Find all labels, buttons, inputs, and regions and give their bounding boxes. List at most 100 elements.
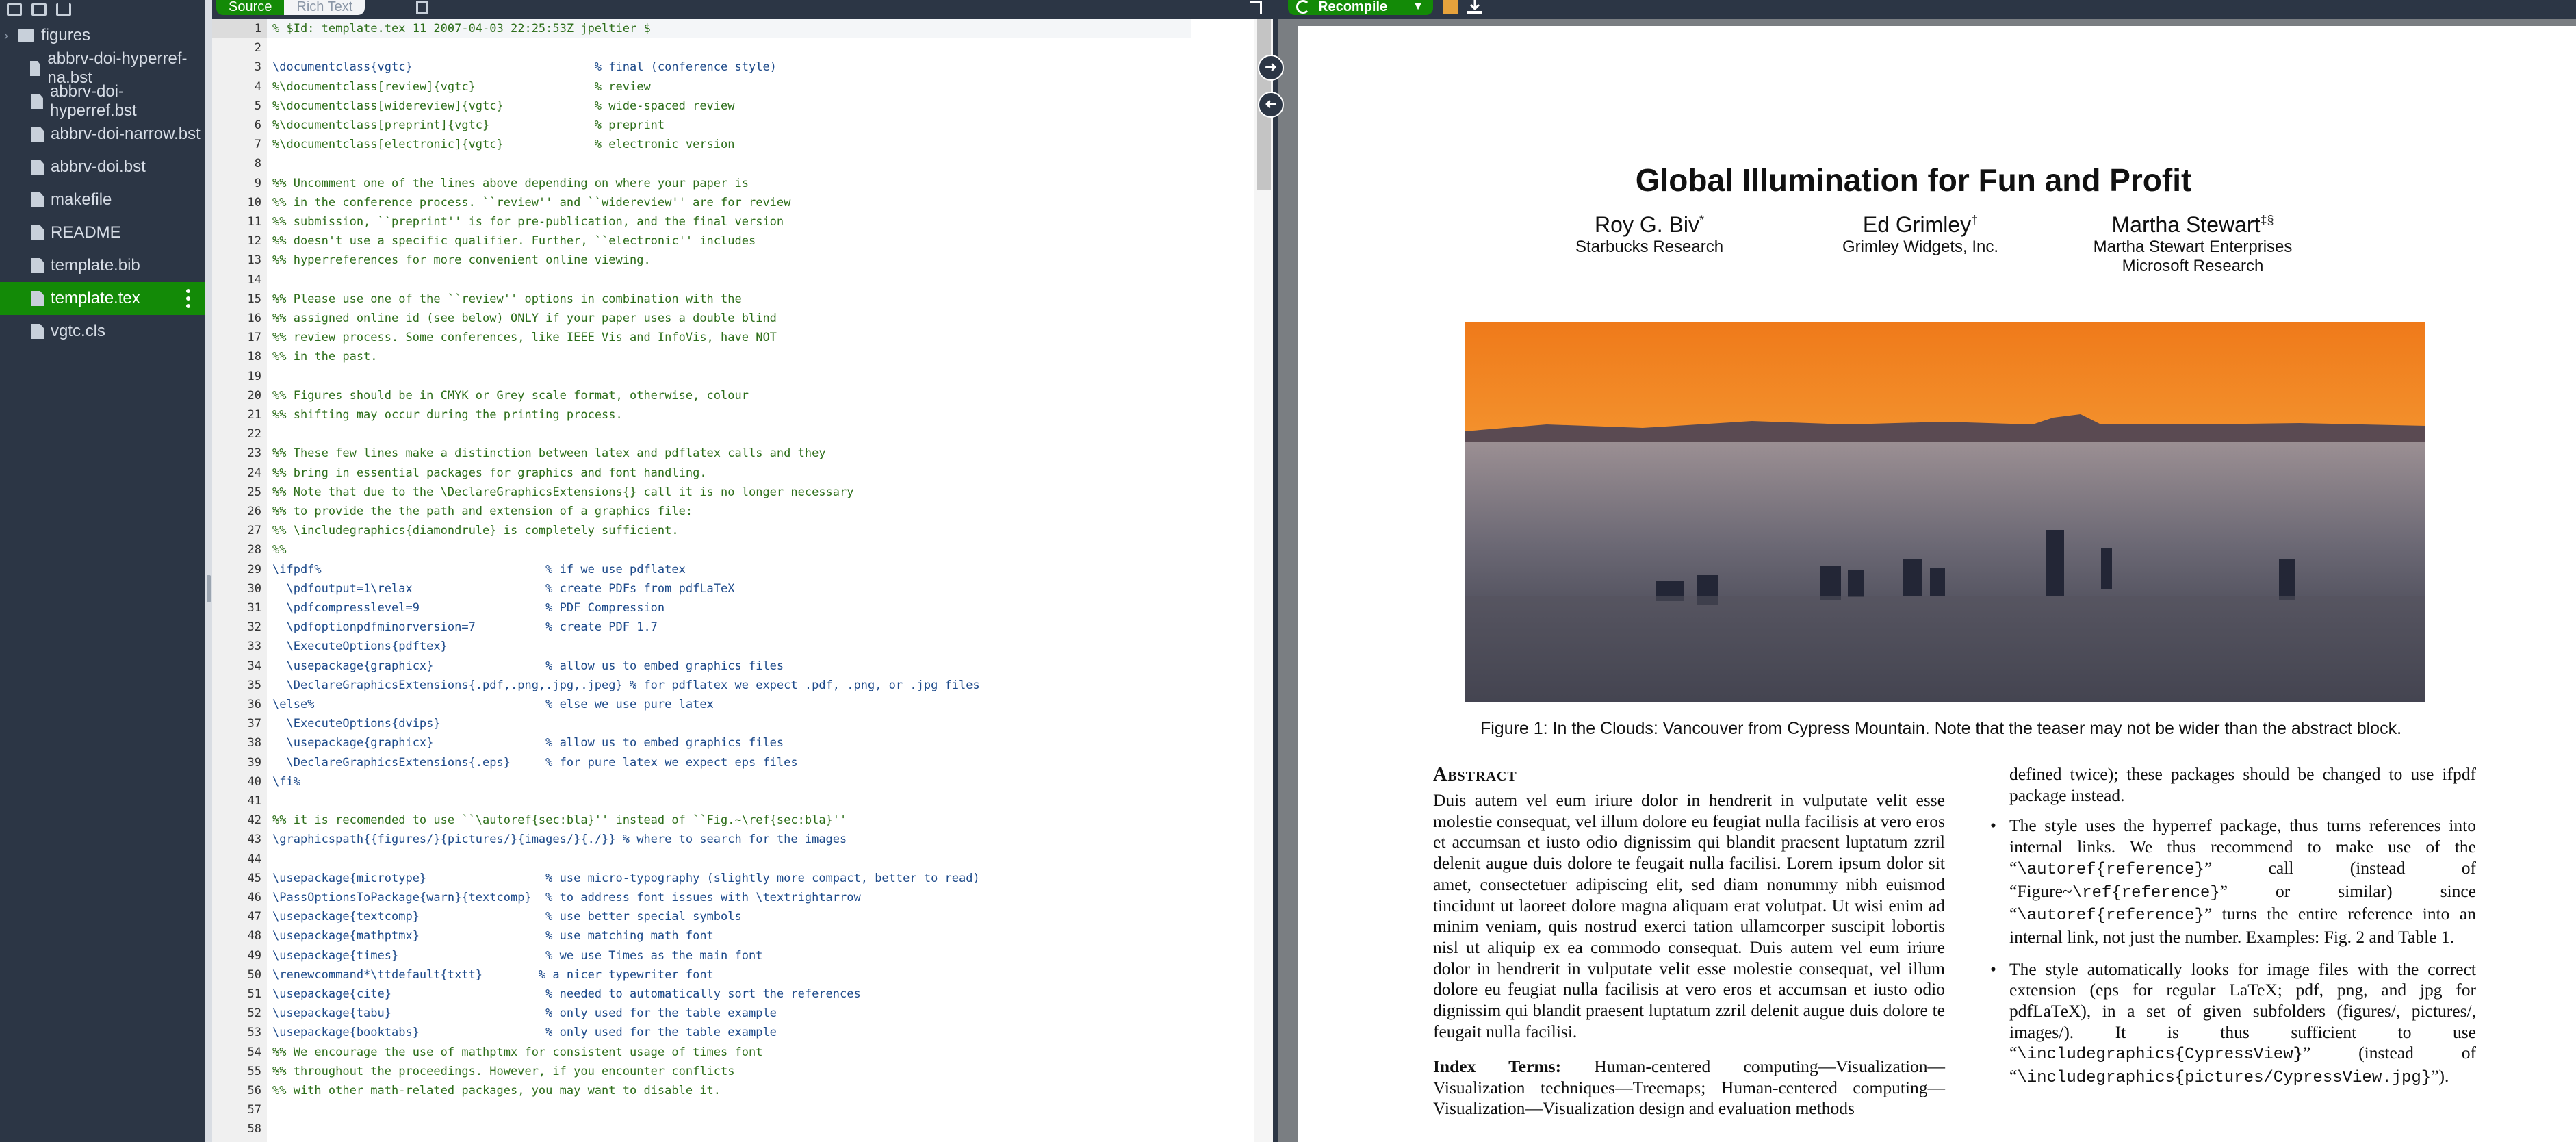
upload-icon[interactable] [56, 3, 71, 16]
code-line[interactable]: \pdfoptionpdfminorversion=7 % create PDF… [272, 618, 1196, 637]
code-line[interactable]: \ifpdf% % if we use pdflatex [272, 560, 1196, 579]
sync-to-code-button[interactable]: ➜ [1258, 92, 1284, 118]
code-line[interactable]: %% hyperreferences for more convenient o… [272, 251, 1196, 270]
editor-scrollbar[interactable] [1254, 19, 1273, 1142]
line-number: 45 [247, 871, 261, 885]
sidebar-splitter[interactable] [205, 0, 212, 1142]
code-line[interactable]: %% doesn't use a specific qualifier. Fur… [272, 231, 1196, 251]
code-line[interactable]: %% throughout the proceedings. However, … [272, 1062, 1196, 1081]
code-line[interactable] [272, 791, 1196, 811]
author-2: Ed Grimley† Grimley Widgets, Inc. [1797, 212, 2044, 257]
bullet-graphics: The style automatically looks for image … [1990, 959, 2476, 1089]
line-number: 49 [247, 948, 261, 963]
tree-file-abbrv-doi-hyperref.bst[interactable]: abbrv-doi-hyperref.bst [0, 82, 205, 120]
code-line[interactable]: \usepackage{mathptmx} % use matching mat… [272, 926, 1196, 946]
code-line[interactable] [272, 270, 1196, 290]
code-line[interactable] [272, 424, 1196, 444]
recompile-button[interactable]: Recompile ▼ [1288, 0, 1433, 15]
code-line[interactable]: %% Note that due to the \DeclareGraphics… [272, 483, 1196, 502]
pdf-viewer[interactable]: Global Illumination for Fun and Profit R… [1278, 19, 2576, 1142]
code-line[interactable] [272, 38, 1196, 58]
tree-file-makefile[interactable]: makefile [0, 183, 205, 216]
code-line[interactable]: \DeclareGraphicsExtensions{.pdf,.png,.jp… [272, 676, 1196, 695]
code-line[interactable] [272, 1100, 1196, 1119]
rich-text-mode-button[interactable]: Rich Text [284, 0, 365, 15]
code-line[interactable]: %% We encourage the use of mathptmx for … [272, 1043, 1196, 1062]
code-line[interactable]: \else% % else we use pure latex [272, 695, 1196, 714]
code-line[interactable]: \usepackage{textcomp} % use better speci… [272, 907, 1196, 926]
code-line[interactable]: \usepackage{booktabs} % only used for th… [272, 1023, 1196, 1042]
new-folder-icon[interactable] [31, 3, 47, 16]
code-editor[interactable]: 1 2 3 4 5 6 7 8 9 10 11 12 13 14 15 16 17 18 19 20 21 22 23 24 2… [212, 19, 1273, 1142]
tree-file-abbrv-doi-hyperref-na.bst[interactable]: abbrv-doi-hyperref-na.bst [0, 49, 205, 87]
code-line[interactable]: \pdfoutput=1\relax % create PDFs from pd… [272, 579, 1196, 598]
code-line[interactable]: %\documentclass[preprint]{vgtc} % prepri… [272, 116, 1196, 135]
file-icon [31, 192, 44, 207]
tree-file-vgtc.cls[interactable]: vgtc.cls [0, 315, 205, 348]
code-line[interactable]: \usepackage{graphicx} % allow us to embe… [272, 657, 1196, 676]
code-line[interactable]: \fi% [272, 772, 1196, 791]
sync-to-pdf-button[interactable]: ➜ [1258, 55, 1284, 81]
expand-icon[interactable] [1250, 1, 1262, 14]
code-line[interactable]: \pdfcompresslevel=9 % PDF Compression [272, 598, 1196, 618]
editor-pdf-splitter[interactable] [1273, 0, 1278, 1142]
code-line[interactable]: \usepackage{cite} % needed to automatica… [272, 985, 1196, 1004]
tree-item-label: vgtc.cls [51, 322, 106, 340]
author-1-name: Roy G. Biv [1595, 212, 1699, 237]
code-line[interactable]: %\documentclass[electronic]{vgtc} % elec… [272, 135, 1196, 154]
code-line[interactable]: \usepackage{tabu} % only used for the ta… [272, 1004, 1196, 1023]
code-line[interactable]: %% review process. Some conferences, lik… [272, 328, 1196, 347]
code-line[interactable]: %% assigned online id (see below) ONLY i… [272, 309, 1196, 328]
code-line[interactable]: %% it is recomended to use ``\autoref{se… [272, 811, 1196, 830]
code-line[interactable]: \graphicspath{{figures/}{pictures/}{imag… [272, 830, 1196, 849]
tree-folder-figures[interactable]: › figures [0, 19, 205, 52]
download-pdf-icon[interactable] [1467, 0, 1482, 14]
code-line[interactable]: %% [272, 540, 1196, 559]
code-line[interactable]: % $Id: template.tex 11 2007-04-03 22:25:… [267, 19, 1191, 39]
tree-item-label: abbrv-doi.bst [51, 157, 146, 176]
code-line[interactable]: %% bring in essential packages for graph… [272, 464, 1196, 483]
code-line[interactable]: %% These few lines make a distinction be… [272, 444, 1196, 463]
code-line[interactable]: \usepackage{graphicx} % allow us to embe… [272, 733, 1196, 752]
chevron-down-icon[interactable]: ▼ [1413, 0, 1424, 14]
code-line[interactable]: %% to provide the the path and extension… [272, 502, 1196, 521]
code-line[interactable]: \ExecuteOptions{dvips} [272, 714, 1196, 733]
code-line[interactable]: %% in the conference process. ``review''… [272, 193, 1196, 212]
new-file-icon[interactable] [7, 3, 22, 16]
tree-file-template.bib[interactable]: template.bib [0, 249, 205, 282]
code-line[interactable]: %% Please use one of the ``review'' opti… [272, 290, 1196, 309]
file-icon [31, 160, 44, 175]
code-line[interactable]: \renewcommand*\ttdefault{txtt} % a nicer… [272, 965, 1196, 985]
code-line[interactable]: %% in the past. [272, 347, 1196, 366]
code-line[interactable]: %% with other math-related packages, you… [272, 1081, 1196, 1100]
pop-out-icon[interactable] [416, 1, 428, 14]
code-line[interactable] [272, 1119, 1196, 1139]
logs-icon[interactable] [1443, 0, 1458, 14]
code-line[interactable]: %% shifting may occur during the printin… [272, 405, 1196, 424]
code-line[interactable]: %\documentclass[review]{vgtc} % review [272, 77, 1196, 97]
code-line[interactable]: \ExecuteOptions{pdftex} [272, 637, 1196, 656]
code-line[interactable] [272, 154, 1196, 173]
tree-file-abbrv-doi-narrow.bst[interactable]: abbrv-doi-narrow.bst [0, 118, 205, 151]
tree-file-README[interactable]: README [0, 216, 205, 249]
source-mode-button[interactable]: Source [216, 0, 285, 15]
sidebar-splitter-handle[interactable] [207, 575, 211, 602]
more-options-icon[interactable] [186, 289, 190, 308]
tree-file-template.tex[interactable]: template.tex [0, 282, 205, 315]
code-line[interactable] [272, 367, 1196, 386]
code-line[interactable]: \DeclareGraphicsExtensions{.eps} % for p… [272, 753, 1196, 772]
code-line[interactable]: %\documentclass[widereview]{vgtc} % wide… [272, 97, 1196, 116]
code-line[interactable]: \usepackage{times} % we use Times as the… [272, 946, 1196, 965]
code-line[interactable]: %% Uncomment one of the lines above depe… [272, 174, 1196, 193]
code-line[interactable]: %% Figures should be in CMYK or Grey sca… [272, 386, 1196, 405]
tree-file-abbrv-doi.bst[interactable]: abbrv-doi.bst [0, 151, 205, 183]
code-line[interactable]: \documentclass{vgtc} % final (conference… [272, 58, 1196, 77]
line-number: 35 [247, 678, 261, 692]
code-line[interactable] [272, 850, 1196, 869]
code-line[interactable]: %% submission, ``preprint'' is for pre-p… [272, 212, 1196, 231]
chevron-right-icon[interactable]: › [4, 29, 14, 43]
line-number: 32 [247, 620, 261, 635]
code-line[interactable]: %% \includegraphics{diamondrule} is comp… [272, 521, 1196, 540]
code-line[interactable]: \PassOptionsToPackage{warn}{textcomp} % … [272, 888, 1196, 907]
code-line[interactable]: \usepackage{microtype} % use micro-typog… [272, 869, 1196, 888]
